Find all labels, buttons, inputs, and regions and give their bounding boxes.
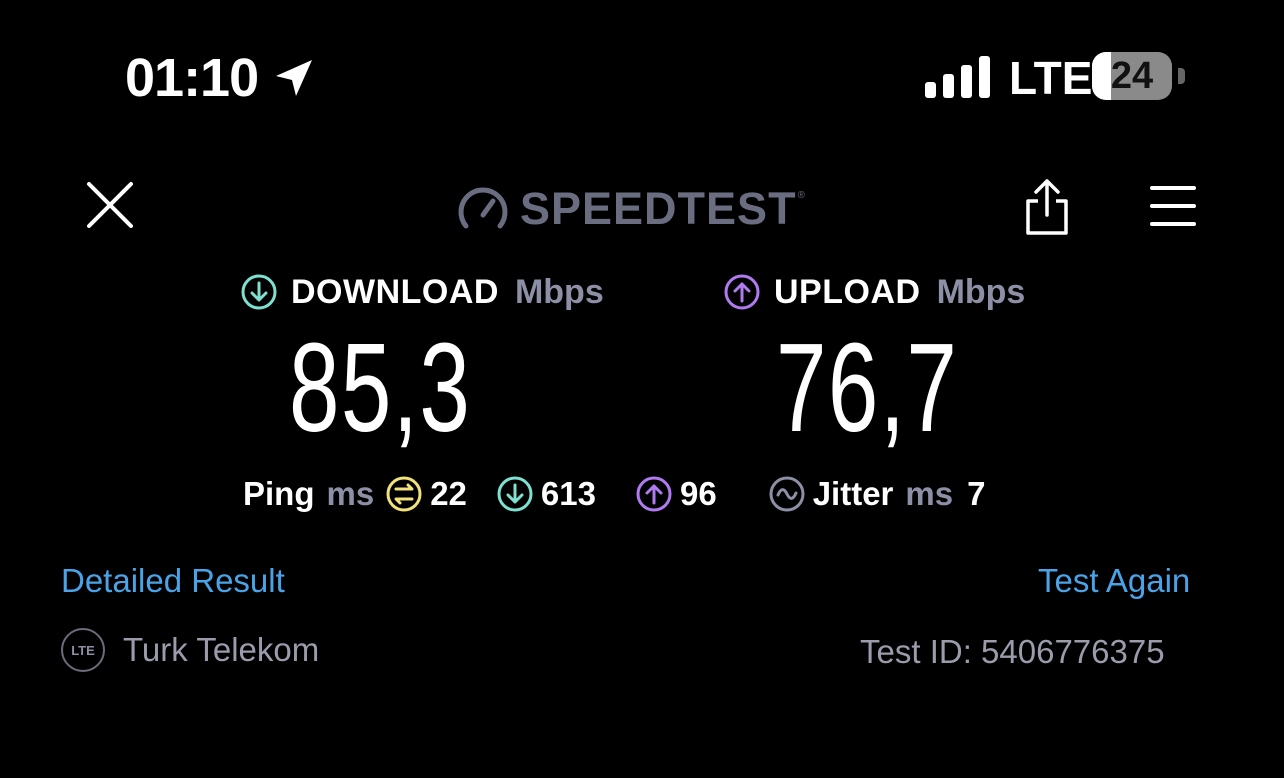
ping-idle-value: 22 bbox=[430, 475, 467, 512]
upload-value: 76,7 bbox=[776, 317, 959, 458]
ping-idle-icon bbox=[386, 476, 422, 512]
signal-icon bbox=[925, 56, 990, 98]
battery-nub bbox=[1178, 68, 1185, 84]
test-again-link[interactable]: Test Again bbox=[1038, 561, 1190, 601]
download-unit: Mbps bbox=[514, 272, 604, 311]
jitter-unit: ms bbox=[905, 475, 954, 512]
upload-arrow-icon bbox=[724, 274, 760, 310]
ping-upload-value: 96 bbox=[679, 475, 717, 512]
download-arrow-icon bbox=[497, 476, 533, 512]
jitter-icon bbox=[769, 476, 805, 512]
ping-download: 613 bbox=[497, 475, 596, 513]
ping-upload: 96 bbox=[636, 475, 717, 513]
share-icon bbox=[1026, 179, 1068, 235]
download-arrow-icon bbox=[241, 274, 277, 310]
speedtest-logo: SPEEDTEST ® bbox=[456, 182, 805, 236]
ping-download-value: 613 bbox=[540, 475, 596, 512]
detailed-result-link[interactable]: Detailed Result bbox=[61, 561, 285, 601]
menu-icon bbox=[1150, 186, 1196, 226]
upload-unit: Mbps bbox=[936, 272, 1026, 311]
download-title: DOWNLOAD bbox=[291, 272, 499, 311]
ping-row: Ping ms 22 613 96 Jitter ms 7 bbox=[243, 472, 985, 516]
battery-percent: 24 bbox=[1110, 55, 1154, 97]
share-button[interactable] bbox=[1018, 176, 1076, 238]
upload-arrow-icon bbox=[636, 476, 672, 512]
logo-trademark: ® bbox=[797, 190, 805, 201]
menu-button[interactable] bbox=[1146, 180, 1200, 232]
network-type: LTE bbox=[1009, 52, 1093, 104]
isp-info: LTE Turk Telekom bbox=[61, 628, 319, 672]
isp-name: Turk Telekom bbox=[123, 631, 320, 668]
logo-text: SPEEDTEST bbox=[520, 183, 797, 234]
upload-header: UPLOAD Mbps bbox=[724, 270, 1025, 314]
jitter-value: 7 bbox=[967, 475, 986, 512]
speedometer-icon bbox=[458, 187, 508, 229]
battery-icon: 24 bbox=[1092, 52, 1172, 100]
status-time: 01:10 bbox=[125, 48, 259, 108]
ping-unit: ms bbox=[326, 475, 375, 512]
jitter-label: Jitter bbox=[812, 475, 894, 512]
close-button[interactable] bbox=[80, 175, 140, 235]
lte-icon: LTE bbox=[61, 628, 105, 672]
test-id: Test ID: 5406776375 bbox=[860, 633, 1165, 670]
ping-label: Ping bbox=[243, 475, 315, 512]
close-icon bbox=[87, 182, 133, 228]
location-arrow-icon bbox=[276, 60, 312, 96]
jitter: Jitter ms 7 bbox=[769, 475, 986, 513]
download-value: 85,3 bbox=[289, 317, 472, 458]
ping-idle: 22 bbox=[386, 475, 467, 513]
upload-title: UPLOAD bbox=[774, 272, 921, 311]
download-header: DOWNLOAD Mbps bbox=[241, 270, 604, 314]
